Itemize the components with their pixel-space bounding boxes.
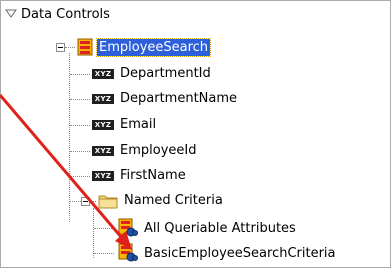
annotation-arrow (0, 94, 132, 250)
